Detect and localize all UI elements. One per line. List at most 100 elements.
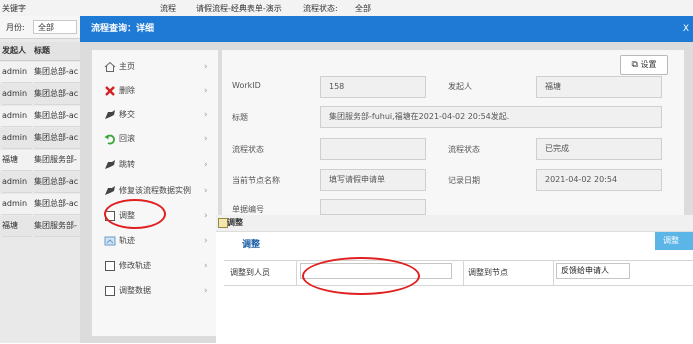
- menu-item-label: 调整: [119, 211, 135, 220]
- flowstate-value: [320, 138, 426, 160]
- doc-value: [320, 199, 426, 215]
- adjust-data-icon: [105, 286, 115, 296]
- chevron-right-icon: ›: [204, 160, 208, 170]
- table-cell-initiator: admin: [2, 172, 32, 193]
- col-title: 标题: [34, 46, 50, 55]
- table-cell-title: 集团总部-ac: [34, 128, 80, 149]
- settings-icon: ⧉: [631, 60, 638, 70]
- track-icon: [104, 236, 116, 246]
- dialog-title: 流程查询：详细: [91, 24, 155, 34]
- table-cell-initiator: admin: [2, 194, 32, 215]
- divider: [296, 260, 297, 286]
- adjust-section-title: 调整: [242, 240, 261, 250]
- starter-label: 发起人: [448, 82, 472, 91]
- menu-item-adjust-data[interactable]: 调整数据 ›: [92, 280, 218, 302]
- title-value: 集团服务部-fuhui,福塘在2021-04-02 20:54发起.: [320, 106, 662, 128]
- to-node-select[interactable]: 反馈给申请人: [556, 263, 630, 279]
- date-label: 记录日期: [448, 176, 480, 185]
- table-cell-initiator: admin: [2, 106, 32, 127]
- menu-item-label: 回滚: [119, 134, 135, 143]
- chevron-right-icon: ›: [204, 236, 208, 246]
- menu-item-label: 跳转: [119, 160, 135, 169]
- filter-bar-top: 关键字 流程 请假流程-经典表单-演示 流程状态: 全部: [0, 0, 693, 17]
- flowstate-label: 流程状态: [232, 145, 264, 154]
- close-icon[interactable]: X: [683, 16, 689, 42]
- settings-button[interactable]: ⧉ 设置: [620, 55, 668, 75]
- settings-button-label: 设置: [640, 60, 657, 69]
- table-cell-initiator: admin: [2, 128, 32, 149]
- menu-item-track[interactable]: 轨迹 ›: [92, 230, 218, 252]
- menu-item-jump[interactable]: 跳转 ›: [92, 154, 218, 176]
- transfer-icon: [105, 110, 115, 119]
- chevron-right-icon: ›: [204, 211, 208, 221]
- adjust-button[interactable]: 调整: [655, 232, 693, 250]
- table-cell-title: 集团服务部-: [34, 216, 80, 237]
- workid-value: 158: [320, 76, 426, 98]
- flow-label: 流程: [160, 4, 176, 13]
- rollback-icon: [104, 134, 115, 145]
- menu-item-delete[interactable]: 删除 ›: [92, 80, 218, 102]
- table-cell-title: 集团总部-ac: [34, 84, 80, 105]
- menu-item-adjust[interactable]: 调整 ›: [92, 205, 218, 227]
- jump-icon: [105, 160, 115, 169]
- menu-item-home[interactable]: 主页 ›: [92, 56, 218, 78]
- menu-item-label: 删除: [119, 86, 135, 95]
- to-person-input[interactable]: [300, 263, 452, 279]
- chevron-right-icon: ›: [204, 286, 208, 296]
- table-cell-title: 集团总部-ac: [34, 62, 80, 83]
- table-cell-initiator: 福塘: [2, 216, 32, 237]
- chevron-right-icon: ›: [204, 261, 208, 271]
- action-menu: 主页 › 删除 › 移交 › 回滚 › 跳转 › 修复该流程数据实例 › 调整 …: [92, 50, 218, 336]
- flow-value[interactable]: 请假流程-经典表单-演示: [196, 3, 282, 14]
- chevron-right-icon: ›: [204, 86, 208, 96]
- to-person-label: 调整到人员: [230, 268, 270, 277]
- node-value: 填写请假申请单: [320, 169, 426, 191]
- col-initiator: 发起人: [2, 46, 26, 55]
- menu-item-label: 调整数据: [119, 286, 151, 295]
- adjust-panel-title: 调整: [227, 218, 243, 227]
- menu-item-repair[interactable]: 修复该流程数据实例 ›: [92, 180, 218, 202]
- table-cell-title: 集团总部-ac: [34, 106, 80, 127]
- keyword-label: 关键字: [2, 4, 26, 13]
- menu-item-label: 主页: [119, 62, 135, 71]
- home-icon: [104, 61, 116, 72]
- status-label: 流程状态:: [303, 4, 338, 13]
- table-cell-title: 集团总部-ac: [34, 172, 80, 193]
- chevron-right-icon: ›: [204, 110, 208, 120]
- edit-track-icon: [105, 261, 115, 271]
- chevron-right-icon: ›: [204, 186, 208, 196]
- to-node-label: 调整到节点: [468, 268, 508, 277]
- menu-item-label: 修改轨迹: [119, 261, 151, 270]
- table-cell-title: 集团服务部-: [34, 150, 80, 171]
- divider: [463, 260, 464, 286]
- repair-icon: [105, 186, 115, 195]
- node-label: 当前节点名称: [232, 176, 280, 185]
- table-cell-initiator: 福塘: [2, 150, 32, 171]
- workid-label: WorkID: [232, 81, 261, 90]
- starter-value: 福塘: [536, 76, 662, 98]
- menu-item-edit-track[interactable]: 修改轨迹 ›: [92, 255, 218, 277]
- delete-icon: [105, 86, 115, 96]
- status-value[interactable]: 全部: [355, 3, 371, 14]
- table-cell-title: 集团总部-ac: [34, 194, 80, 215]
- month-select[interactable]: 全部: [33, 20, 77, 34]
- date-value: 2021-04-02 20:54: [536, 169, 662, 191]
- menu-item-label: 移交: [119, 110, 135, 119]
- title-label: 标题: [232, 113, 248, 122]
- adjust-icon: [105, 211, 115, 221]
- flowstatus-label: 流程状态: [448, 145, 480, 154]
- menu-item-label: 修复该流程数据实例: [119, 186, 191, 195]
- chevron-right-icon: ›: [204, 62, 208, 72]
- divider: [553, 260, 554, 286]
- doc-label: 单据编号: [232, 205, 264, 214]
- menu-item-rollback[interactable]: 回滚 ›: [92, 128, 218, 150]
- dialog-titlebar: 流程查询：详细 X: [80, 16, 693, 42]
- month-label: 月份:: [6, 23, 25, 32]
- table-cell-initiator: admin: [2, 62, 32, 83]
- chevron-right-icon: ›: [204, 134, 208, 144]
- adjust-panel-header: 调整: [216, 215, 693, 232]
- menu-item-label: 轨迹: [119, 236, 135, 245]
- flowstatus-value: 已完成: [536, 138, 662, 160]
- table-cell-initiator: admin: [2, 84, 32, 105]
- menu-item-transfer[interactable]: 移交 ›: [92, 104, 218, 126]
